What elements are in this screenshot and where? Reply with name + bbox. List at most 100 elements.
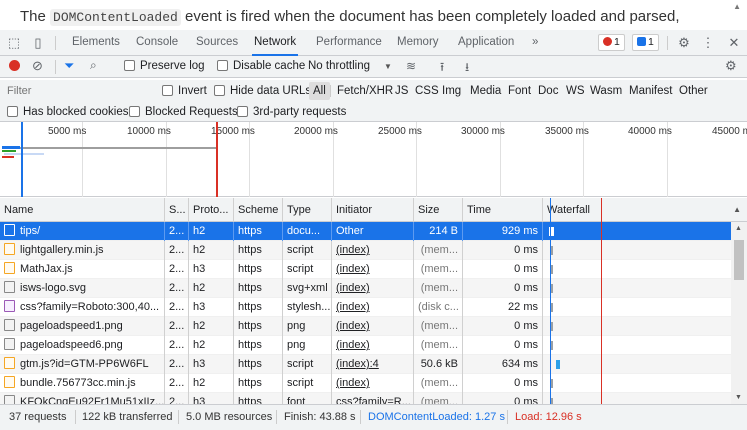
disable-cache-checkbox[interactable]: Disable cache <box>217 60 305 72</box>
table-row[interactable]: MathJax.js 2... h3 https script (index) (mem..… <box>0 260 731 279</box>
checkbox-box[interactable] <box>214 85 225 96</box>
requests-count: 37 requests <box>9 411 67 423</box>
cell-initiator[interactable]: (index) <box>332 298 414 317</box>
more-options-icon[interactable]: ⋮ <box>700 35 716 51</box>
checkbox-box[interactable] <box>7 106 18 117</box>
column-header-initiator[interactable]: Initiator <box>332 198 414 222</box>
type-filter-js[interactable]: JS <box>395 85 408 97</box>
scroll-up-icon[interactable]: ▲ <box>735 225 742 232</box>
tab-memory[interactable]: Memory <box>395 30 441 56</box>
type-filter-media[interactable]: Media <box>470 85 501 97</box>
throttling-select[interactable]: No throttling ▼ <box>308 60 392 72</box>
tab-application[interactable]: Application <box>456 30 516 56</box>
tab-performance[interactable]: Performance <box>314 30 384 56</box>
scheme-text: https <box>238 320 262 332</box>
checkbox-box[interactable] <box>129 106 140 117</box>
type-text: stylesh... <box>287 301 331 313</box>
filter-funnel-icon[interactable]: ⏷ <box>64 58 74 74</box>
type-filter-font[interactable]: Font <box>508 85 531 97</box>
cell-initiator[interactable]: (index):4 <box>332 355 414 374</box>
cell-type: script <box>283 241 332 260</box>
tab-elements[interactable]: Elements <box>70 30 122 56</box>
column-header-time[interactable]: Time <box>463 198 543 222</box>
cell-initiator[interactable]: css?family=R... <box>332 393 414 404</box>
settings-gear-icon[interactable]: ⚙ <box>676 35 692 51</box>
type-filter-all[interactable]: All <box>309 82 330 100</box>
cell-initiator[interactable]: (index) <box>332 260 414 279</box>
hide-data-urls-checkbox[interactable]: Hide data URLs <box>214 85 311 97</box>
cell-initiator[interactable]: (index) <box>332 336 414 355</box>
scrollbar-thumb[interactable] <box>734 240 744 280</box>
script-file-icon <box>4 357 15 369</box>
column-header-type[interactable]: Type <box>283 198 332 222</box>
waterfall-bar <box>551 303 553 312</box>
column-header-name[interactable]: Name <box>0 198 165 222</box>
table-row[interactable]: KFOkCnqEu92Fr1Mu51xIIz... 2... h3 https font… <box>0 393 731 404</box>
cell-name: MathJax.js <box>0 260 165 279</box>
table-row[interactable]: pageloadspeed1.png 2... h2 https png (index) (… <box>0 317 731 336</box>
timeline-overview[interactable]: 5000 ms 10000 ms 15000 ms 20000 ms 25000… <box>0 122 747 197</box>
tab-sources[interactable]: Sources <box>194 30 240 56</box>
page-scroll-up-icon[interactable]: ▲ <box>733 2 741 11</box>
message-counter[interactable]: 1 <box>632 34 659 51</box>
invert-checkbox[interactable]: Invert <box>162 85 207 97</box>
type-filter-manifest[interactable]: Manifest <box>629 85 672 97</box>
inspect-element-icon[interactable]: ⬚ <box>6 35 22 51</box>
import-har-icon[interactable]: ⭱ <box>440 58 444 79</box>
type-filter-fetch-xhr[interactable]: Fetch/XHR <box>337 85 393 97</box>
table-row[interactable]: bundle.756773cc.min.js 2... h2 https script (… <box>0 374 731 393</box>
network-settings-gear-icon[interactable]: ⚙ <box>725 58 737 74</box>
column-header-waterfall[interactable]: Waterfall ▲ <box>543 198 747 222</box>
table-row[interactable]: pageloadspeed6.png 2... h2 https png (index) (… <box>0 336 731 355</box>
column-header-size[interactable]: Size <box>414 198 463 222</box>
error-counter[interactable]: 1 <box>598 34 625 51</box>
network-conditions-icon[interactable]: ≋ <box>406 59 416 73</box>
checkbox-box[interactable] <box>124 60 135 71</box>
checkbox-box[interactable] <box>237 106 248 117</box>
type-filter-img[interactable]: Img <box>442 85 461 97</box>
overview-tick-label: 45000 m <box>712 126 747 137</box>
more-tabs-icon[interactable]: » <box>530 30 540 56</box>
filter-input[interactable] <box>4 82 152 100</box>
tab-network[interactable]: Network <box>252 30 299 56</box>
close-icon[interactable]: ✕ <box>726 35 742 51</box>
blocked-requests-checkbox[interactable]: Blocked Requests <box>129 106 238 118</box>
type-text: png <box>287 320 306 332</box>
cell-status: 2... <box>165 317 189 336</box>
preserve-log-checkbox[interactable]: Preserve log <box>124 60 205 72</box>
third-party-checkbox[interactable]: 3rd-party requests <box>237 106 346 118</box>
checkbox-box[interactable] <box>162 85 173 96</box>
checkbox-box[interactable] <box>217 60 228 71</box>
cell-initiator[interactable]: (index) <box>332 279 414 298</box>
type-filter-wasm[interactable]: Wasm <box>590 85 622 97</box>
status-text: 2... <box>169 377 185 389</box>
column-header-status[interactable]: S... <box>165 198 189 222</box>
clear-icon[interactable]: ⊘ <box>32 58 43 74</box>
table-row[interactable]: gtm.js?id=GTM-PP6W6FL 2... h3 https script (i… <box>0 355 731 374</box>
cell-initiator[interactable]: (index) <box>332 241 414 260</box>
sort-desc-icon: ▲ <box>733 205 741 214</box>
device-toolbar-icon[interactable]: ▯ <box>30 35 46 51</box>
column-header-scheme[interactable]: Scheme <box>234 198 283 222</box>
column-header-protocol[interactable]: Proto... <box>189 198 234 222</box>
cell-type: png <box>283 336 332 355</box>
cell-initiator[interactable]: (index) <box>332 374 414 393</box>
table-row[interactable]: lightgallery.min.js 2... h2 https script (ind… <box>0 241 731 260</box>
type-filter-other[interactable]: Other <box>679 85 708 97</box>
table-scrollbar[interactable]: ▲ ▼ <box>731 222 747 404</box>
tab-console[interactable]: Console <box>134 30 180 56</box>
cell-initiator[interactable]: (index) <box>332 317 414 336</box>
scroll-down-icon[interactable]: ▼ <box>735 394 742 401</box>
has-blocked-cookies-checkbox[interactable]: Has blocked cookies <box>7 106 128 118</box>
record-icon[interactable] <box>9 60 20 74</box>
export-har-icon[interactable]: ⭳ <box>465 58 469 79</box>
type-filter-css[interactable]: CSS <box>415 85 439 97</box>
cell-name: lightgallery.min.js <box>0 241 165 260</box>
table-row[interactable]: tips/2... h2 https docu... Other 214 B 929 ms <box>0 222 731 241</box>
type-filter-doc[interactable]: Doc <box>538 85 558 97</box>
search-icon[interactable]: ⌕ <box>90 58 97 73</box>
type-filter-ws[interactable]: WS <box>566 85 585 97</box>
table-row[interactable]: css?family=Roboto:300,40... 2... h3 https st… <box>0 298 731 317</box>
table-row[interactable]: isws-logo.svg 2... h2 https svg+xml (index) (m… <box>0 279 731 298</box>
cell-initiator[interactable]: Other <box>332 222 414 241</box>
